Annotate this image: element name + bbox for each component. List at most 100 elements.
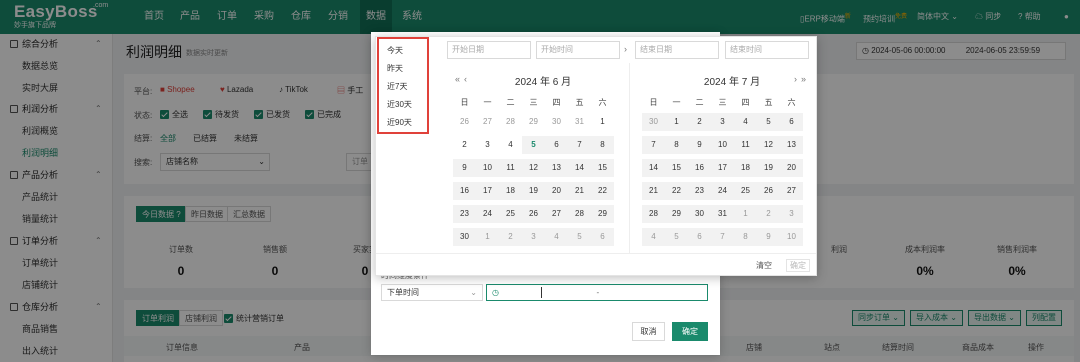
- tab-shop-profit[interactable]: 店铺利润: [179, 310, 223, 326]
- june-day-cell[interactable]: 13: [545, 159, 568, 177]
- june-day-cell[interactable]: 2: [453, 136, 476, 154]
- brand-logo[interactable]: EasyBoss .com 妙手旗下品牌: [14, 2, 114, 30]
- platform-manual[interactable]: ▤ 手工: [337, 85, 363, 96]
- time-type-select[interactable]: 下单时间 ⌄: [381, 284, 483, 301]
- tab-order-profit[interactable]: 订单利润: [136, 310, 180, 326]
- june-day-cell[interactable]: 1: [476, 228, 499, 246]
- june-day-cell[interactable]: 9: [453, 159, 476, 177]
- sidebar-group-profit[interactable]: 利润分析 ⌃: [0, 99, 113, 119]
- sync-orders-button[interactable]: 同步订单 ⌄: [852, 310, 905, 326]
- june-day-cell[interactable]: 19: [522, 182, 545, 200]
- status-shipped-checkbox[interactable]: [254, 110, 263, 119]
- sidebar-item-goods-sales[interactable]: 商品销售: [22, 319, 58, 339]
- sidebar-group-warehouse[interactable]: 仓库分析 ⌃: [0, 297, 113, 317]
- july-day-cell[interactable]: 31: [711, 205, 734, 223]
- sidebar-group-overview[interactable]: 综合分析 ⌃: [0, 34, 113, 54]
- language-selector[interactable]: 简体中文 ⌄: [917, 0, 958, 34]
- nav-purchase[interactable]: 采购: [249, 0, 279, 34]
- column-config-button[interactable]: 列配置: [1026, 310, 1062, 326]
- june-day-cell[interactable]: 22: [591, 182, 614, 200]
- july-day-cell[interactable]: 27: [780, 182, 803, 200]
- june-day-cell[interactable]: 6: [591, 228, 614, 246]
- june-day-cell[interactable]: 26: [453, 113, 476, 131]
- july-day-cell[interactable]: 7: [642, 136, 665, 154]
- confirm-button[interactable]: 确定: [672, 322, 708, 341]
- july-day-cell[interactable]: 23: [688, 182, 711, 200]
- sidebar-item-profit-detail[interactable]: 利润明细: [22, 143, 58, 163]
- june-day-cell[interactable]: 29: [591, 205, 614, 223]
- import-cost-button[interactable]: 导入成本 ⌄: [910, 310, 963, 326]
- nav-orders[interactable]: 订单: [212, 0, 242, 34]
- platform-tiktok[interactable]: ♪ TikTok: [279, 85, 308, 94]
- june-day-cell[interactable]: 15: [591, 159, 614, 177]
- settle-all[interactable]: 全部: [160, 133, 176, 144]
- july-day-cell[interactable]: 1: [734, 205, 757, 223]
- july-day-cell[interactable]: 30: [642, 113, 665, 131]
- june-day-cell[interactable]: 4: [545, 228, 568, 246]
- july-day-cell[interactable]: 8: [734, 228, 757, 246]
- june-day-cell[interactable]: 27: [545, 205, 568, 223]
- shortcut-today[interactable]: 今天: [387, 45, 403, 56]
- july-day-cell[interactable]: 24: [711, 182, 734, 200]
- july-day-cell[interactable]: 13: [780, 136, 803, 154]
- july-day-cell[interactable]: 12: [757, 136, 780, 154]
- end-date-input[interactable]: 结束日期: [635, 41, 719, 59]
- july-day-cell[interactable]: 5: [757, 113, 780, 131]
- settle-settled[interactable]: 已结算: [193, 133, 217, 144]
- june-day-cell[interactable]: 6: [545, 136, 568, 154]
- july-day-cell[interactable]: 26: [757, 182, 780, 200]
- picker-ok-button[interactable]: 确定: [786, 259, 810, 272]
- july-day-cell[interactable]: 19: [757, 159, 780, 177]
- shortcut-last-7-days[interactable]: 近7天: [387, 81, 407, 92]
- july-day-cell[interactable]: 5: [665, 228, 688, 246]
- sidebar-group-product[interactable]: 产品分析 ⌃: [0, 165, 113, 185]
- tab-summary[interactable]: 汇总数据: [227, 206, 271, 222]
- june-day-cell[interactable]: 10: [476, 159, 499, 177]
- july-day-cell[interactable]: 20: [780, 159, 803, 177]
- june-day-cell[interactable]: 2: [499, 228, 522, 246]
- june-day-cell[interactable]: 8: [591, 136, 614, 154]
- sidebar-item-shop-stats[interactable]: 店铺统计: [22, 275, 58, 295]
- july-day-cell[interactable]: 16: [688, 159, 711, 177]
- june-day-cell[interactable]: 28: [499, 113, 522, 131]
- start-date-input[interactable]: 开始日期: [447, 41, 531, 59]
- june-day-cell[interactable]: 3: [522, 228, 545, 246]
- july-day-cell[interactable]: 4: [642, 228, 665, 246]
- july-day-cell[interactable]: 1: [665, 113, 688, 131]
- june-day-cell[interactable]: 27: [476, 113, 499, 131]
- sidebar-item-product-stats[interactable]: 产品统计: [22, 187, 58, 207]
- july-day-cell[interactable]: 25: [734, 182, 757, 200]
- july-day-cell[interactable]: 18: [734, 159, 757, 177]
- sync-button[interactable]: ☁ 同步: [975, 0, 1001, 34]
- tab-yesterday[interactable]: 昨日数据: [185, 206, 229, 222]
- july-day-cell[interactable]: 10: [711, 136, 734, 154]
- june-day-cell[interactable]: 21: [568, 182, 591, 200]
- july-day-cell[interactable]: 3: [711, 113, 734, 131]
- june-day-cell[interactable]: 23: [453, 205, 476, 223]
- nav-distribution[interactable]: 分销: [323, 0, 353, 34]
- shortcut-yesterday[interactable]: 昨天: [387, 63, 403, 74]
- clear-button[interactable]: 清空: [756, 260, 772, 271]
- june-day-cell[interactable]: 18: [499, 182, 522, 200]
- sidebar-item-profit-overview[interactable]: 利润概览: [22, 121, 58, 141]
- cancel-button[interactable]: 取消: [632, 322, 665, 341]
- sidebar-item-sales-stats[interactable]: 销量统计: [22, 209, 58, 229]
- nav-home[interactable]: 首页: [139, 0, 169, 34]
- june-day-cell[interactable]: 31: [568, 113, 591, 131]
- search-field-select[interactable]: 店铺名称 ⌄: [160, 153, 270, 171]
- platform-lazada[interactable]: ♥ Lazada: [220, 85, 253, 94]
- june-day-cell[interactable]: 25: [499, 205, 522, 223]
- date-range-input[interactable]: ◷ 2024-05-06 00:00:00 2024-06-05 23:59:5…: [856, 42, 1066, 60]
- june-day-cell[interactable]: 28: [568, 205, 591, 223]
- shortcut-last-30-days[interactable]: 近30天: [387, 99, 412, 110]
- june-day-cell[interactable]: 5: [522, 136, 545, 154]
- june-day-cell[interactable]: 5: [568, 228, 591, 246]
- june-day-cell[interactable]: 29: [522, 113, 545, 131]
- july-day-cell[interactable]: 10: [780, 228, 803, 246]
- status-all-checkbox[interactable]: [160, 110, 169, 119]
- june-day-cell[interactable]: 26: [522, 205, 545, 223]
- june-day-cell[interactable]: 11: [499, 159, 522, 177]
- sidebar-item-in-out-stats[interactable]: 出入统计: [22, 341, 58, 361]
- nav-warehouse[interactable]: 仓库: [286, 0, 316, 34]
- june-day-cell[interactable]: 14: [568, 159, 591, 177]
